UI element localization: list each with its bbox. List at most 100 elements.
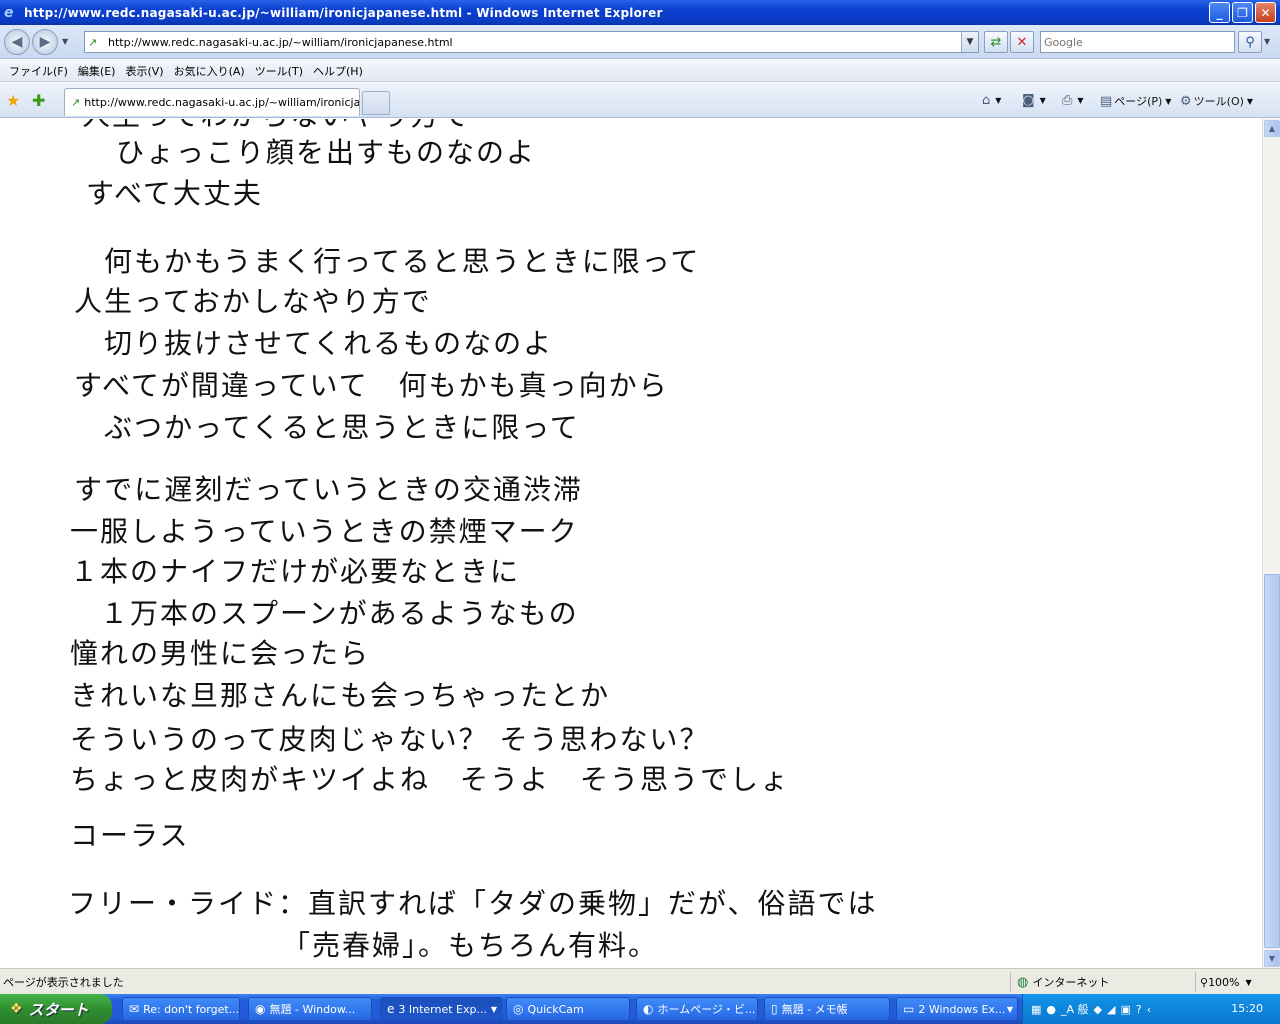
tray-window-icon[interactable]: ▣ (1120, 1003, 1130, 1016)
page-menu-button[interactable]: ▤ ページ(P) ▼ (1100, 93, 1171, 109)
clock: 15:20 (1231, 1002, 1263, 1015)
maximize-button[interactable]: ❐ (1232, 2, 1253, 23)
mail-icon: ✉ (129, 1002, 140, 1016)
lyric-line: すべて大丈夫 (86, 177, 263, 210)
tray-app-icon[interactable]: ◆ (1094, 1003, 1102, 1016)
address-field[interactable]: ↗ ▼ (84, 31, 979, 53)
notepad-icon: ▯ (771, 1002, 778, 1016)
menu-help[interactable]: ヘルプ(H) (308, 63, 368, 79)
page-favicon-icon: ↗ (88, 35, 98, 49)
vertical-scrollbar[interactable]: ▲ ▼ (1262, 119, 1280, 968)
task-button[interactable]: e3 Internet Exp... ▼ (380, 997, 502, 1021)
keyboard-icon[interactable]: ▦ (1031, 1003, 1041, 1016)
tab-bar: ★ ✚ ↗ http://www.redc.nagasaki-u.ac.jp/~… (0, 83, 1280, 118)
home-button[interactable]: ⌂ ▼ (982, 93, 1001, 108)
add-favorite-icon[interactable]: ✚ (32, 91, 45, 110)
lyric-line: すべてが間違っていて 何もかも真っ向から (74, 369, 669, 402)
menu-file[interactable]: ファイル(F) (4, 63, 73, 79)
title-bar: e http://www.redc.nagasaki-u.ac.jp/~will… (0, 0, 1280, 25)
search-icon: ⚲ (1245, 34, 1255, 50)
ie-icon: e (4, 4, 14, 21)
tab-active[interactable]: ↗ http://www.redc.nagasaki-u.ac.jp/~will… (64, 88, 360, 116)
zoom-icon: ⚲ (1200, 975, 1209, 989)
refresh-icon: ⇄ (990, 34, 1002, 50)
scroll-down-button[interactable]: ▼ (1264, 950, 1280, 967)
lyric-line: きれいな旦那さんにも会っちゃったとか (70, 679, 611, 712)
lyric-line: 一服しようっていうときの禁煙マーク (70, 515, 579, 548)
page-content: 人生ってわからないやり方で ひょっこり顔を出すものなのよ すべて大丈夫 何もかも… (0, 119, 1262, 968)
page-icon: ▤ (1100, 93, 1113, 109)
footnote-line: フリー・ライド：直訳すれば「タダの乗物」だが、俗語では (68, 887, 878, 920)
task-button[interactable]: ▯ 無題 - メモ帳 (764, 997, 890, 1021)
lyric-line: ぶつかってくると思うときに限って (104, 411, 580, 444)
menu-favorites[interactable]: お気に入り(A) (169, 63, 250, 79)
stop-button[interactable]: ✕ (1010, 31, 1034, 53)
close-button[interactable]: ✕ (1255, 2, 1276, 23)
start-label: スタート (28, 1000, 89, 1019)
lyric-line: そういうのって皮肉じゃない？ そう思わない？ (70, 723, 710, 756)
feeds-button[interactable]: ◙ ▼ (1022, 93, 1046, 108)
menu-edit[interactable]: 編集(E) (73, 63, 121, 79)
ime-mode-label[interactable]: _A 般 (1061, 1001, 1089, 1017)
zoom-control[interactable]: ⚲ 100% ▼ (1195, 972, 1275, 992)
tools-menu-label: ツール(O) (1193, 95, 1244, 108)
task-button[interactable]: ◎ QuickCam (506, 997, 630, 1021)
lyric-line: 何もかもうまく行ってると思うときに限って (104, 245, 701, 278)
new-tab-button[interactable] (362, 91, 390, 115)
system-tray: ▦ ● _A 般 ◆ ◢ ▣ ? ‹ 15:20 (1022, 994, 1280, 1024)
window-title: http://www.redc.nagasaki-u.ac.jp/~willia… (24, 5, 663, 20)
lyric-line: ひょっこり顔を出すものなのよ (116, 136, 537, 169)
url-input[interactable] (108, 35, 958, 49)
menu-bar: ファイル(F) 編集(E) 表示(V) お気に入り(A) ツール(T) ヘルプ(… (0, 60, 1280, 82)
page-menu-label: ページ(P) (1114, 95, 1163, 108)
lyric-line: 人生っておかしなやり方で (74, 285, 432, 318)
back-button[interactable]: ◀ (4, 29, 30, 55)
task-button[interactable]: ◉ 無題 - Window... (248, 997, 372, 1021)
lyric-line: 切り抜けさせてくれるものなのよ (104, 327, 554, 360)
security-zone[interactable]: ◍ インターネット (1010, 972, 1190, 992)
task-button[interactable]: ▭ 2 Windows Ex... ▼ (896, 997, 1018, 1021)
scroll-thumb[interactable] (1264, 574, 1280, 948)
tray-tool-icon[interactable]: ◢ (1107, 1003, 1115, 1016)
ie-icon: e (387, 1002, 395, 1016)
tab-favicon-icon: ↗ (71, 96, 81, 109)
chorus-label: コーラス (70, 819, 190, 852)
zoom-dropdown[interactable]: ▼ (1246, 978, 1252, 987)
camera-icon: ◎ (513, 1002, 524, 1016)
app-icon: ◉ (255, 1002, 266, 1016)
print-button[interactable]: ⎙ ▼ (1062, 93, 1084, 108)
back-icon: ◀ (11, 34, 23, 50)
forward-button[interactable]: ▶ (32, 29, 58, 55)
status-bar: ページが表示されました ◍ インターネット ⚲ 100% ▼ (0, 968, 1280, 994)
minimize-button[interactable]: _ (1209, 2, 1230, 23)
search-box[interactable] (1040, 31, 1235, 53)
forward-icon: ▶ (39, 34, 51, 50)
ime-icon[interactable]: ● (1046, 1003, 1056, 1016)
task-button[interactable]: ✉ Re: don't forget... (122, 997, 240, 1021)
favorites-star-icon[interactable]: ★ (6, 91, 20, 110)
scroll-up-button[interactable]: ▲ (1264, 120, 1280, 137)
start-button[interactable]: ❖ スタート (0, 994, 112, 1024)
search-options-dropdown[interactable]: ▼ (1264, 37, 1270, 46)
home-icon: ⌂ (982, 93, 991, 108)
menu-view[interactable]: 表示(V) (120, 63, 168, 79)
address-dropdown[interactable]: ▼ (961, 32, 978, 52)
tools-menu-button[interactable]: ⚙ ツール(O) ▼ (1180, 93, 1253, 109)
menu-tools[interactable]: ツール(T) (250, 63, 308, 79)
print-icon: ⎙ (1062, 93, 1073, 108)
search-button[interactable]: ⚲ (1238, 31, 1262, 53)
refresh-button[interactable]: ⇄ (984, 31, 1008, 53)
zoom-level: 100% (1208, 975, 1240, 989)
recent-pages-dropdown[interactable]: ▼ (62, 37, 68, 46)
lyric-line: 憧れの男性に会ったら (70, 637, 371, 670)
lyric-line: １万本のスプーンがあるようなもの (100, 597, 579, 630)
lyric-line: １本のナイフだけが必要なときに (70, 555, 521, 588)
globe-icon: ◍ (1017, 974, 1029, 990)
windows-logo-icon: ❖ (10, 1001, 23, 1017)
window-controls: _ ❐ ✕ (1209, 2, 1276, 23)
task-button[interactable]: ◐ ホームページ・ビ... (636, 997, 758, 1021)
help-icon[interactable]: ? (1136, 1003, 1142, 1016)
lyric-line: すでに遅刻だっていうときの交通渋滞 (74, 473, 583, 506)
search-input[interactable] (1041, 32, 1231, 52)
tray-expand-icon[interactable]: ‹ (1147, 1003, 1151, 1016)
